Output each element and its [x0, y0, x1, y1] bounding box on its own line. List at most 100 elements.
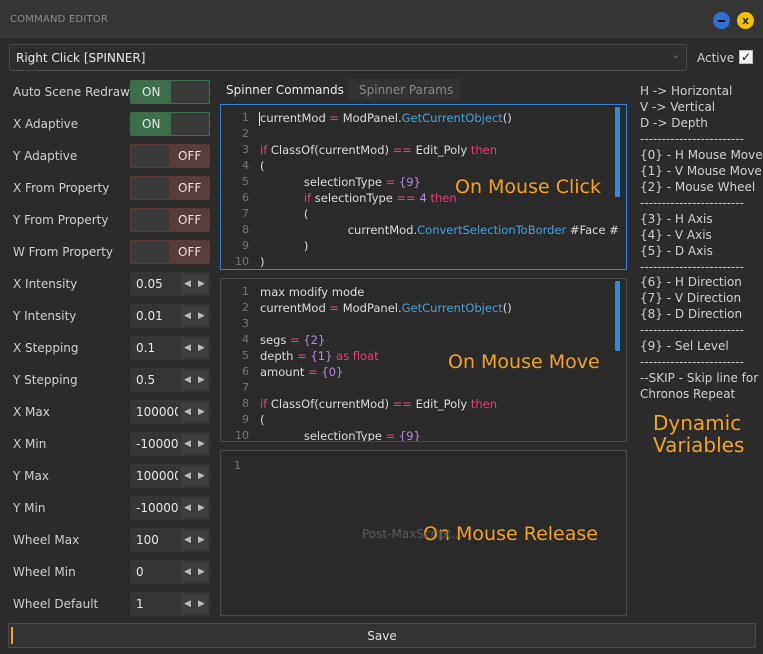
legend-line: Chronos Repeat — [640, 387, 736, 401]
code-token: #Face # — [566, 223, 619, 237]
title-bar: COMMAND EDITOR x — [0, 0, 763, 38]
chevron-left-icon[interactable]: ◀ — [181, 594, 194, 614]
chevron-left-icon[interactable]: ◀ — [181, 530, 194, 550]
x-max-field[interactable]: 100000 ◀ ▶ — [130, 400, 210, 424]
code-token: ClassOf(currentMod) — [267, 397, 393, 411]
chevron-right-icon[interactable]: ▶ — [195, 562, 208, 582]
chevron-right-icon[interactable]: ▶ — [195, 402, 208, 422]
chevron-right-icon[interactable]: ▶ — [195, 274, 208, 294]
save-button[interactable]: Save — [8, 623, 756, 648]
chevron-left-icon[interactable]: ◀ — [181, 306, 194, 326]
chevron-right-icon[interactable]: ▶ — [195, 306, 208, 326]
chevron-left-icon[interactable]: ◀ — [181, 274, 194, 294]
field-value[interactable]: 0.05 — [136, 277, 178, 291]
code-line: currentMod.ConvertSelectionToBorder #Fac… — [260, 223, 619, 237]
y-adaptive-toggle[interactable]: OFF — [130, 144, 210, 168]
code-token: ) — [260, 255, 265, 269]
chevron-left-icon[interactable]: ◀ — [181, 562, 194, 582]
field-value[interactable]: 100 — [136, 533, 178, 547]
chevron-right-icon[interactable]: ▶ — [195, 498, 208, 518]
toggle-state: OFF — [178, 149, 202, 163]
chevron-right-icon[interactable]: ▶ — [195, 594, 208, 614]
wheel-min-field[interactable]: 0 ◀ ▶ — [130, 560, 210, 584]
x-min-field[interactable]: -100000◀▶ — [130, 432, 210, 456]
code-token: = — [290, 333, 300, 347]
code-line: currentMod = ModPanel.GetCurrentObject() — [260, 111, 512, 125]
code-line: ) — [260, 255, 265, 269]
toggle-state: ON — [142, 85, 161, 99]
field-value[interactable]: 100000 — [136, 469, 178, 483]
code-token: = — [385, 429, 396, 442]
line-number: 2 — [242, 301, 249, 314]
scrollbar[interactable] — [615, 107, 620, 197]
chevron-left-icon[interactable]: ◀ — [181, 370, 194, 390]
x-from-property-toggle[interactable]: OFF — [130, 176, 210, 200]
y-stepping-field[interactable]: 0.5 ◀ ▶ — [130, 368, 210, 392]
line-number: 4 — [242, 159, 249, 172]
close-button[interactable]: x — [737, 12, 754, 29]
code-line: ( — [260, 159, 265, 173]
tab-spinner-commands[interactable]: Spinner Commands — [220, 79, 344, 101]
scrollbar[interactable] — [615, 281, 620, 351]
code-token: = — [329, 301, 340, 315]
chevron-right-icon[interactable]: ▶ — [195, 466, 208, 486]
field-value[interactable]: 0 — [136, 565, 178, 579]
chevron-left-icon[interactable]: ◀ — [181, 498, 194, 518]
code-line: ) — [260, 239, 309, 253]
tab-spinner-params[interactable]: Spinner Params — [348, 79, 460, 101]
editor-mouse-move[interactable]: selectionType = {9} (if ClassOf(currentMo… — [220, 278, 627, 442]
y-adaptive-label: Y Adaptive — [13, 149, 78, 163]
line-number: 9 — [242, 239, 249, 252]
field-value[interactable]: 1 — [136, 597, 178, 611]
code-line: amount = {0} — [260, 365, 343, 379]
x-intensity-field[interactable]: 0.05 ◀ ▶ — [130, 272, 210, 296]
chevron-left-icon[interactable]: ◀ — [181, 338, 194, 358]
field-value[interactable]: 100000 — [136, 405, 178, 419]
code-line: depth = {1} as float — [260, 349, 379, 363]
chevron-right-icon[interactable]: ▶ — [195, 530, 208, 550]
toggle-knob — [171, 113, 209, 135]
chevron-right-icon[interactable]: ▶ — [195, 338, 208, 358]
overlay-mouse-move: On Mouse Move — [448, 351, 600, 373]
field-value[interactable]: -100000 — [136, 501, 178, 515]
chevron-left-icon[interactable]: ◀ — [181, 466, 194, 486]
code-line: selectionType = {9} — [260, 429, 421, 442]
chevron-right-icon[interactable]: ▶ — [195, 434, 208, 454]
wheel-max-field[interactable]: 100 ◀ ▶ — [130, 528, 210, 552]
legend-line: H -> Horizontal — [640, 84, 733, 98]
editor-mouse-click[interactable]: ) ) currentMod.ConvertSelectionToBorder … — [220, 104, 627, 270]
field-value[interactable]: 0.1 — [136, 341, 178, 355]
code-line: max modify mode — [260, 285, 364, 299]
w-from-property-toggle[interactable]: OFF — [130, 240, 210, 264]
code-token: = — [308, 365, 318, 379]
line-number: 6 — [242, 365, 249, 378]
chevron-right-icon[interactable]: ▶ — [195, 370, 208, 390]
line-number: 8 — [242, 223, 249, 236]
x-min-label: X Min — [13, 437, 47, 451]
field-value[interactable]: 0.5 — [136, 373, 178, 387]
active-checkbox[interactable]: ✓ — [739, 50, 753, 64]
x-stepping-field[interactable]: 0.1 ◀ ▶ — [130, 336, 210, 360]
preset-dropdown[interactable]: Right Click [SPINNER] ⌄ — [9, 44, 687, 71]
y-max-field[interactable]: 100000 ◀ ▶ — [130, 464, 210, 488]
text-caret — [259, 112, 260, 126]
chevron-left-icon[interactable]: ◀ — [181, 434, 194, 454]
minimize-icon[interactable] — [713, 12, 730, 29]
chevron-left-icon[interactable]: ◀ — [181, 402, 194, 422]
code-token: then — [470, 397, 497, 411]
field-value[interactable]: 0.01 — [136, 309, 178, 323]
line-number: 6 — [242, 191, 249, 204]
code-token: {9} — [398, 429, 421, 442]
x-from-property-label: X From Property — [13, 181, 110, 195]
code-token: = — [297, 349, 307, 363]
code-token: () — [502, 111, 512, 125]
field-value[interactable]: -100000 — [136, 437, 178, 451]
y-from-property-toggle[interactable]: OFF — [130, 208, 210, 232]
x-adaptive-toggle[interactable]: ON — [130, 112, 210, 136]
wheel-default-field[interactable]: 1 ◀ ▶ — [130, 592, 210, 616]
y-min-field[interactable]: -100000◀▶ — [130, 496, 210, 520]
code-token: Edit_Poly — [411, 143, 471, 157]
y-stepping-label: Y Stepping — [13, 373, 78, 387]
y-intensity-field[interactable]: 0.01 ◀ ▶ — [130, 304, 210, 328]
auto-scene-redraw-toggle[interactable]: ON — [130, 80, 210, 104]
